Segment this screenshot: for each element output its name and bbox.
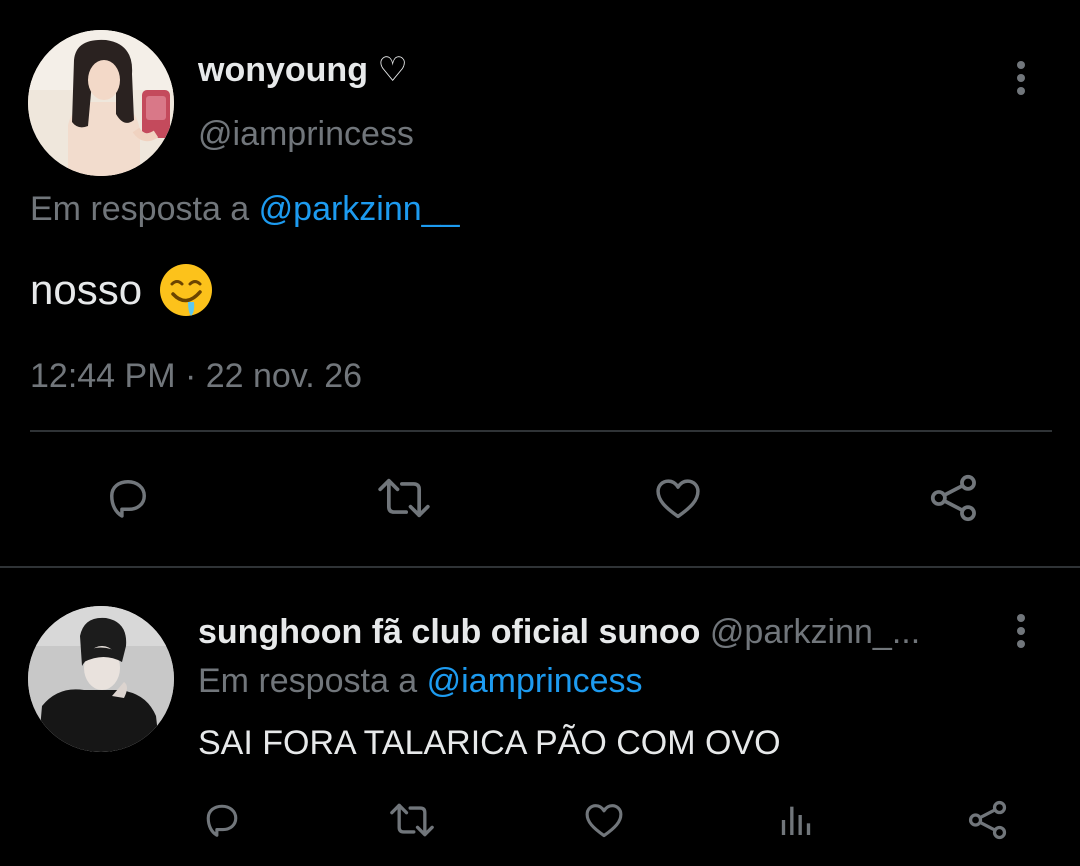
like-button[interactable] xyxy=(648,468,708,528)
tweet-text: nosso xyxy=(30,262,214,318)
more-dot-icon xyxy=(1017,61,1025,69)
reply-context: Em resposta a @parkzinn__ xyxy=(30,190,460,229)
more-dot-icon xyxy=(1017,74,1025,82)
more-dot-icon xyxy=(1017,640,1025,648)
reply-icon xyxy=(110,480,146,518)
avatar-photo xyxy=(28,606,174,752)
reply-context: Em resposta a @iamprincess xyxy=(198,662,643,701)
retweet-icon xyxy=(378,478,430,518)
tweet-body: nosso xyxy=(30,266,143,313)
more-dot-icon xyxy=(1017,87,1025,95)
views-button[interactable] xyxy=(774,796,818,844)
heart-icon xyxy=(585,804,623,838)
retweet-button[interactable] xyxy=(386,796,438,844)
more-dot-icon xyxy=(1017,614,1025,622)
share-button[interactable] xyxy=(964,796,1012,844)
avatar-photo xyxy=(28,30,174,176)
share-icon xyxy=(930,474,976,522)
tweet-date: 22 nov. 26 xyxy=(205,357,363,395)
tweet-timestamp[interactable]: 12:44 PM · 22 nov. 26 xyxy=(30,357,362,396)
section-divider xyxy=(0,566,1080,568)
retweet-icon xyxy=(390,803,434,837)
drooling-face-emoji-icon xyxy=(158,262,214,318)
reply-user-handle[interactable]: @parkzinn_... xyxy=(710,613,920,651)
reply-more-options-button[interactable] xyxy=(1009,614,1033,648)
heart-icon xyxy=(656,479,700,519)
analytics-bar-icon xyxy=(781,806,811,835)
tweet-thread: wonyoung ♡ @iamprincess Em resposta a @p… xyxy=(0,0,1080,866)
reply-button[interactable] xyxy=(98,468,158,528)
like-button[interactable] xyxy=(580,796,628,844)
reply-mention-link[interactable]: @parkzinn__ xyxy=(259,190,460,228)
reply-mention-link[interactable]: @iamprincess xyxy=(427,662,643,700)
share-button[interactable] xyxy=(924,468,984,528)
avatar[interactable] xyxy=(28,30,174,176)
more-options-button[interactable] xyxy=(1009,61,1033,95)
reply-button[interactable] xyxy=(198,796,246,844)
reply-avatar[interactable] xyxy=(28,606,174,752)
reply-prefix: Em resposta a xyxy=(30,190,259,228)
divider xyxy=(30,430,1052,432)
display-name[interactable]: wonyoung ♡ xyxy=(198,50,408,90)
share-icon xyxy=(968,800,1007,840)
reply-prefix: Em resposta a xyxy=(198,662,427,700)
reply-display-name[interactable]: sunghoon fã club oficial sunoo xyxy=(198,613,700,651)
reply-icon xyxy=(206,804,238,837)
timestamp-separator: · xyxy=(175,357,206,395)
tweet-time: 12:44 PM xyxy=(30,357,176,395)
reply-header: sunghoon fã club oficial sunoo @parkzinn… xyxy=(198,613,988,652)
reply-tweet-text: SAI FORA TALARICA PÃO COM OVO xyxy=(198,724,781,762)
retweet-button[interactable] xyxy=(372,468,436,528)
more-dot-icon xyxy=(1017,627,1025,635)
user-handle[interactable]: @iamprincess xyxy=(198,115,414,154)
